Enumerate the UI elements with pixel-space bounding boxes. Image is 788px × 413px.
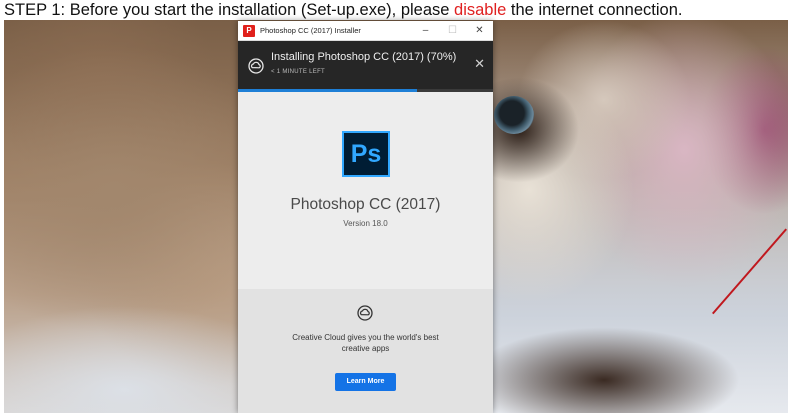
promo-text: Creative Cloud gives you the world's bes… [292,333,439,353]
creative-cloud-icon [357,305,373,321]
instruction-highlight: disable [454,1,507,19]
creative-cloud-icon [248,58,264,74]
installer-window: P Photoshop CC (2017) Installer – ☐ ✕ In… [238,21,493,413]
window-close-button[interactable]: ✕ [466,21,493,41]
instruction-suffix: the internet connection. [510,1,683,19]
photoshop-app-icon: P [243,24,255,37]
creative-cloud-promo: Creative Cloud gives you the world's bes… [238,289,493,413]
time-remaining: < 1 MINUTE LEFT [271,69,326,75]
learn-more-button[interactable]: Learn More [335,373,396,391]
instruction-text: STEP 1: Before you start the installatio… [4,0,682,20]
product-panel: Ps Photoshop CC (2017) Version 18.0 [238,92,493,311]
window-title: Photoshop CC (2017) Installer [260,26,361,35]
product-name: Photoshop CC (2017) [290,196,441,213]
cat-eye [494,96,534,134]
title-bar[interactable]: P Photoshop CC (2017) Installer – ☐ ✕ [238,21,493,41]
photoshop-logo: Ps [342,131,390,177]
install-progress-header: Installing Photoshop CC (2017) (70%) < 1… [238,41,493,92]
maximize-button: ☐ [448,24,457,36]
cancel-install-button[interactable]: ✕ [474,56,485,72]
instruction-prefix: STEP 1: Before you start the installatio… [4,1,450,19]
product-version: Version 18.0 [343,219,388,228]
minimize-button[interactable]: – [412,21,439,41]
cat-photo-region [474,20,788,413]
install-status-title: Installing Photoshop CC (2017) (70%) [271,51,457,63]
